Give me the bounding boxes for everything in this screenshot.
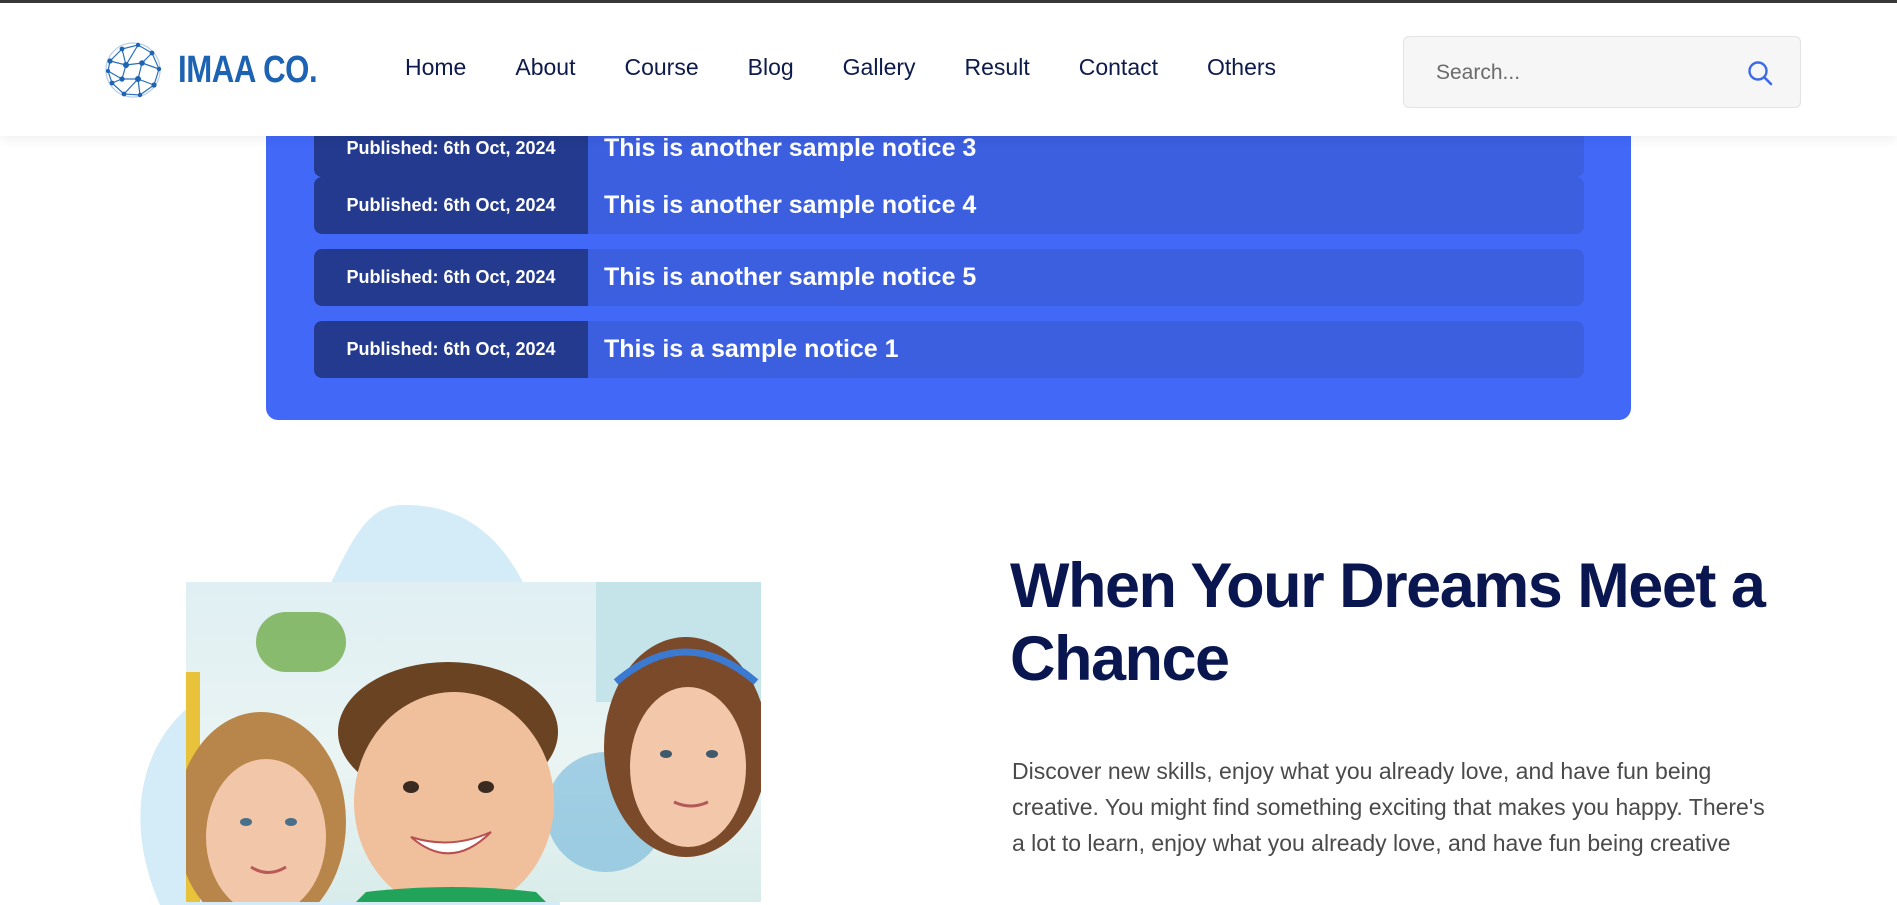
brand-name: IMAA CO. <box>178 48 318 91</box>
notice-item[interactable]: Published: 6th Oct, 2024 This is another… <box>314 249 1584 306</box>
nav-blog[interactable]: Blog <box>748 54 794 81</box>
hero-description: Discover new skills, enjoy what you alre… <box>1012 758 1765 856</box>
search-box <box>1403 36 1801 108</box>
nav-home[interactable]: Home <box>405 54 466 81</box>
notice-item[interactable]: Published: 6th Oct, 2024 This is a sampl… <box>314 321 1584 378</box>
children-photo <box>186 582 761 902</box>
nav-others[interactable]: Others <box>1207 54 1276 81</box>
brand-logo[interactable]: IMAA CO. <box>102 37 348 103</box>
search-icon[interactable] <box>1746 59 1774 87</box>
nav-contact[interactable]: Contact <box>1079 54 1158 81</box>
notice-title[interactable]: This is another sample notice 5 <box>604 263 976 292</box>
main-nav: Home About Course Blog Gallery Result Co… <box>405 49 1325 85</box>
search-input[interactable] <box>1434 55 1738 91</box>
nav-result[interactable]: Result <box>965 54 1030 81</box>
notice-title[interactable]: This is another sample notice 4 <box>604 191 976 220</box>
nav-course[interactable]: Course <box>624 54 698 81</box>
notice-date: Published: 6th Oct, 2024 <box>314 249 588 306</box>
nav-gallery[interactable]: Gallery <box>843 54 916 81</box>
network-globe-icon <box>105 42 162 98</box>
notice-title[interactable]: This is another sample notice 3 <box>604 134 976 163</box>
hero-image-children <box>186 582 761 902</box>
notice-item[interactable]: Published: 6th Oct, 2024 This is another… <box>314 177 1584 234</box>
hero-title: When Your Dreams Meet a Chance <box>1010 551 1766 694</box>
notice-date: Published: 6th Oct, 2024 <box>314 177 588 234</box>
notice-date: Published: 6th Oct, 2024 <box>314 321 588 378</box>
notice-title[interactable]: This is a sample notice 1 <box>604 335 899 364</box>
notice-board: Published: 6th Oct, 2024 This is another… <box>266 100 1631 420</box>
nav-about[interactable]: About <box>515 54 575 81</box>
site-header: IMAA CO. Home About Course Blog Gallery … <box>0 3 1897 136</box>
